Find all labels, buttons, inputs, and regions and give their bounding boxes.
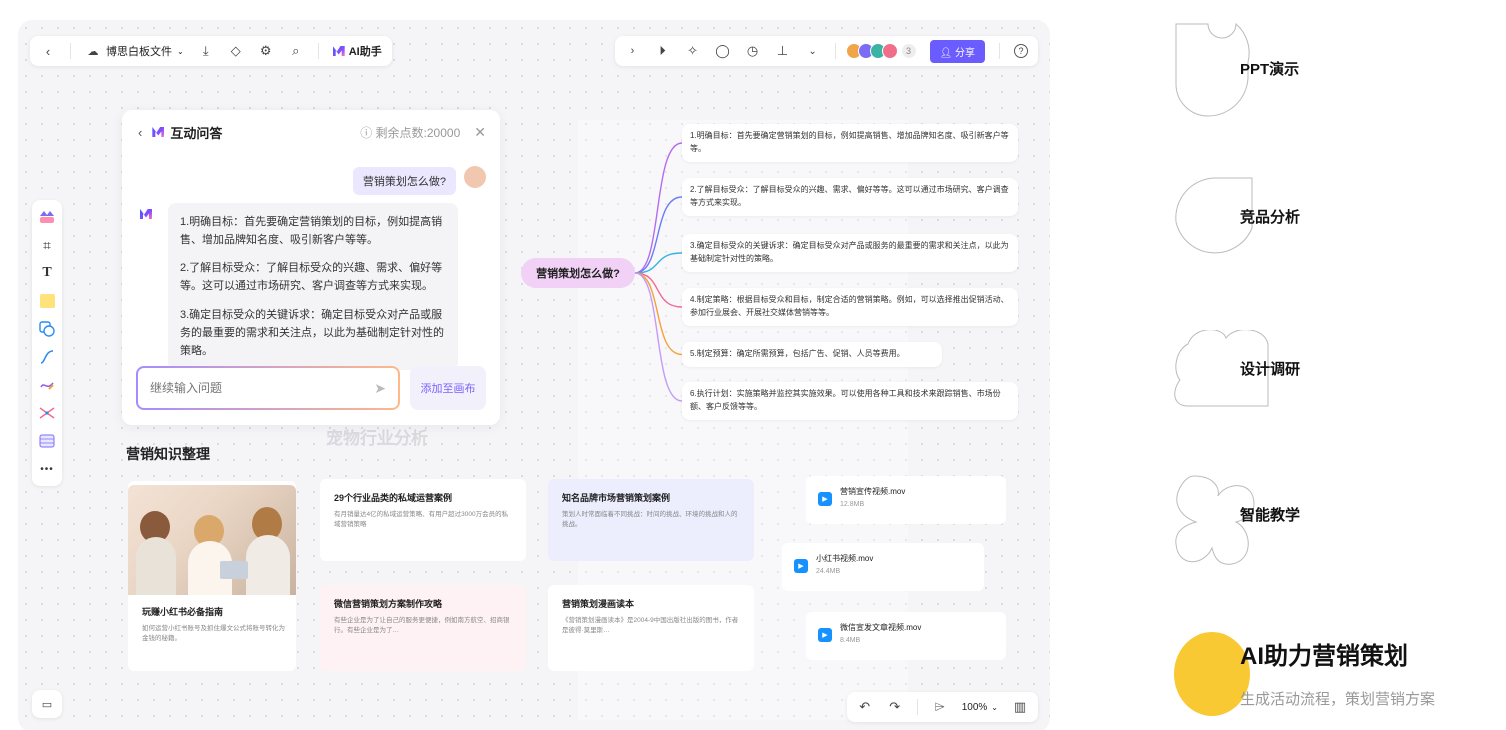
feature-label: 智能教学 xyxy=(1240,507,1301,524)
card-description: 《营销策划漫画读本》是2004-9中国出版社出版的图书，作者是彼得·莫里斯… xyxy=(562,617,739,635)
mindmap-branch[interactable]: 3.确定目标受众的关键诉求：确定目标受众对产品或服务的最重要的需求和关注点，以此… xyxy=(682,234,1018,272)
mindmap-connector xyxy=(634,272,683,308)
card-title: 微信营销策划方案制作攻略 xyxy=(334,599,443,609)
video-file-icon: ▶ xyxy=(818,628,832,642)
knowledge-card[interactable]: 知名品牌市场营销策划案例 策划人时常面临着不同挑战：时间的挑战、环境的挑战和人的… xyxy=(548,479,754,561)
card-title: 营销策划漫画读本 xyxy=(562,599,635,609)
file-name: 小红书视频.mov xyxy=(816,554,874,563)
card-description: 有月销量达4亿的私域运营策略、有用户超过3000万会员的私域营销策略 xyxy=(334,511,509,529)
card-title: 知名品牌市场营销策划案例 xyxy=(562,493,671,503)
knowledge-card[interactable]: 微信营销策划方案制作攻略 有些企业是为了让自己的服务更便捷，例如南方航空、招商银… xyxy=(320,585,526,671)
video-file[interactable]: ▶ 微信宣发文章视频.mov 8.4MB xyxy=(806,612,1006,660)
knowledge-card[interactable]: 29个行业品类的私域运营案例 有月销量达4亿的私域运营策略、有用户超过3000万… xyxy=(320,479,526,561)
mindmap-branch[interactable]: 5.制定预算：确定所需预算，包括广告、促销、人员等费用。 xyxy=(682,342,942,367)
mindmap-branch[interactable]: 1.明确目标：首先要确定营销策划的目标，例如提高销售、增加品牌知名度、吸引新客户… xyxy=(682,124,1018,162)
video-file-icon: ▶ xyxy=(794,559,808,573)
video-file[interactable]: ▶ 营销宣传视频.mov 12.8MB xyxy=(806,476,1006,524)
file-size: 24.4MB xyxy=(816,568,841,575)
card-title: 玩赚小红书必备指南 xyxy=(142,607,224,617)
feature-ai-marketing-subtitle: 生成活动流程，策划营销方案 xyxy=(1240,691,1436,708)
mindmap-branch[interactable]: 2.了解目标受众：了解目标受众的兴趣、需求、偏好等等。这可以通过市场研究、客户调… xyxy=(682,178,1018,216)
feature-label: 竞品分析 xyxy=(1240,209,1301,226)
card-title: 29个行业品类的私域运营案例 xyxy=(334,493,453,503)
highlight-accent-shape xyxy=(1174,632,1250,716)
slide: 宠物行业分析 ‹ ☁ 博思白板文件 ⌄ ⤓ ◇ ⚙ ⌕ AI助手 › ⏵ ✧ ◯… xyxy=(0,0,1506,730)
feature-label: PPT演示 xyxy=(1240,61,1300,78)
video-file-icon: ▶ xyxy=(818,492,832,506)
file-size: 12.8MB xyxy=(840,501,865,508)
whiteboard-canvas[interactable]: 宠物行业分析 ‹ ☁ 博思白板文件 ⌄ ⤓ ◇ ⚙ ⌕ AI助手 › ⏵ ✧ ◯… xyxy=(18,20,1050,730)
knowledge-card[interactable]: 营销策划漫画读本 《营销策划漫画读本》是2004-9中国出版社出版的图书，作者是… xyxy=(548,585,754,671)
card-description: 有些企业是为了让自己的服务更便捷，例如南方航空、招商银行。有些企业是为了… xyxy=(334,617,510,635)
file-name: 营销宣传视频.mov xyxy=(840,487,906,496)
mindmap-branch[interactable]: 4.制定策略：根据目标受众和目标，制定合适的营销策略。例如，可以选择推出促销活动… xyxy=(682,288,1018,326)
feature-ai-marketing-title[interactable]: AI助力营销策划 xyxy=(1240,636,1408,671)
card-photo xyxy=(128,485,296,595)
file-size: 8.4MB xyxy=(840,637,861,644)
section-title: 营销知识整理 xyxy=(126,446,210,462)
card-description: 策划人时常面临着不同挑战：时间的挑战、环境的挑战和人的挑战。 xyxy=(562,511,738,529)
card-description: 如何运营小红书账号及抓住爆文公式将账号转化为金钱的秘籍。 xyxy=(142,625,285,643)
feature-label: 设计调研 xyxy=(1240,361,1301,378)
mindmap-branch[interactable]: 6.执行计划：实施策略并监控其实施效果。可以使用各种工具和技术来跟踪销售、市场份… xyxy=(682,382,1018,420)
mindmap-center-node[interactable]: 营销策划怎么做? xyxy=(521,258,635,288)
video-file[interactable]: ▶ 小红书视频.mov 24.4MB xyxy=(782,543,984,591)
file-name: 微信宣发文章视频.mov xyxy=(840,623,922,632)
